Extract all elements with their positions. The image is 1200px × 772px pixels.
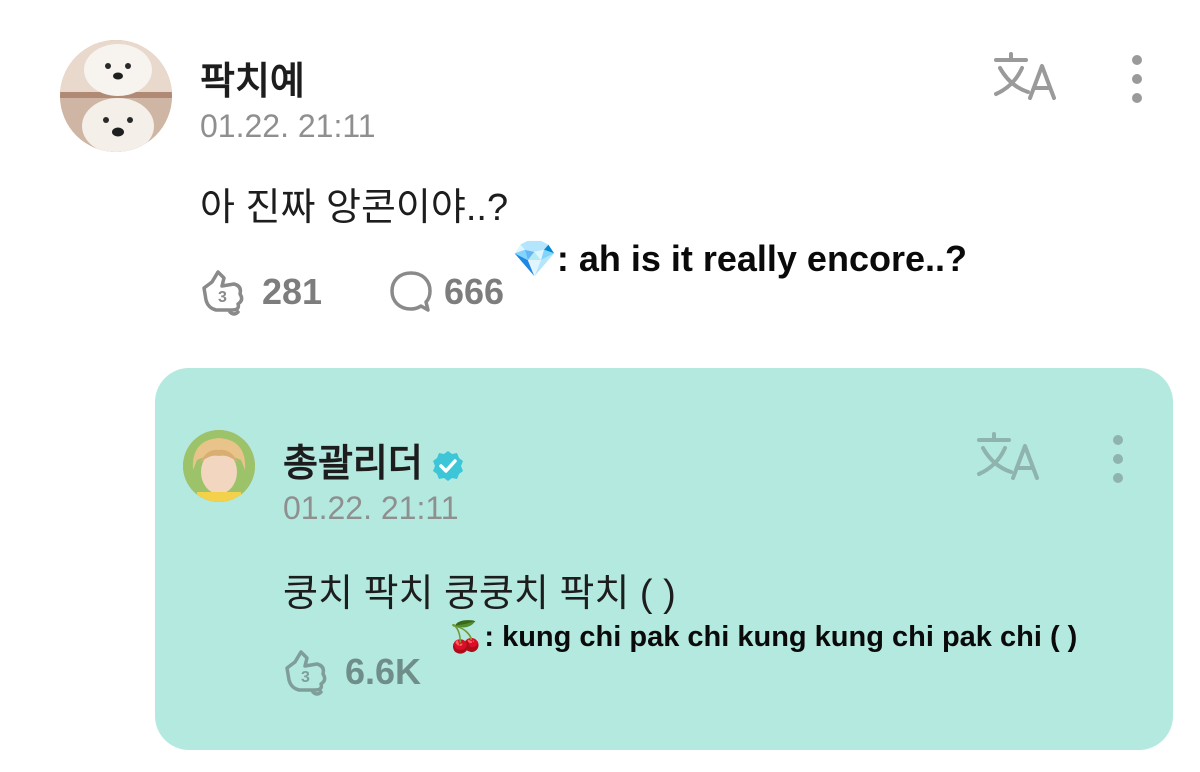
reply-card: 총괄리더 01.22. 21:11 쿵치 팍치 쿵쿵치 팍치 () 🍒: k… [155, 368, 1173, 750]
like-count: 281 [262, 271, 323, 312]
more-vertical-icon [1132, 55, 1142, 103]
svg-text:3: 3 [301, 669, 310, 686]
avatar-photo-icon [183, 430, 255, 502]
avatar[interactable] [60, 40, 172, 152]
author-name: 총괄리더 [283, 443, 423, 485]
svg-text:3: 3 [218, 289, 227, 306]
comment-thread: 팍치예 01.22. 21:11 아 진짜 앙콘이야..? 💎: ah is … [0, 0, 1200, 772]
translation-caption: 💎 : ah is it really encore..? [512, 238, 967, 280]
reply-count-button[interactable]: 666 [388, 268, 504, 316]
translate-button[interactable] [973, 430, 1043, 486]
reply-bubble-icon [390, 271, 432, 312]
author-name[interactable]: 팍치예 [200, 50, 305, 105]
translate-button[interactable] [990, 50, 1060, 106]
reply-text: 쿵치 팍치 쿵쿵치 팍치 ( ) [283, 573, 676, 615]
more-options-button[interactable] [1126, 52, 1148, 116]
avatar[interactable] [183, 430, 255, 502]
reply-count: 666 [444, 271, 505, 312]
comment-timestamp: 01.22. 21:11 [200, 108, 376, 144]
translation-text: : kung chi pak chi kung kung chi pak chi… [484, 621, 1078, 653]
comment-item: 팍치예 01.22. 21:11 아 진짜 앙콘이야..? 💎: ah is … [0, 0, 1200, 340]
like-icon: 3 [285, 650, 327, 696]
cherry-emoji-icon: 🍒 [447, 621, 485, 654]
comment-text: 아 진짜 앙콘이야..? [200, 187, 509, 229]
reply-timestamp: 01.22. 21:11 [283, 490, 459, 526]
like-count: 6.6K [345, 651, 422, 692]
avatar-photo-icon [60, 40, 172, 152]
reply-author[interactable]: 총괄리더 [283, 432, 465, 487]
more-options-button[interactable] [1107, 432, 1129, 496]
diamond-emoji-icon: 💎 [512, 238, 557, 279]
translation-text: : ah is it really encore..? [556, 238, 967, 279]
like-icon: 3 [202, 270, 244, 316]
translate-icon [994, 52, 1056, 100]
like-button[interactable]: 3 281 [200, 268, 322, 316]
translate-icon [977, 432, 1039, 480]
verified-badge-icon [432, 450, 463, 481]
more-vertical-icon [1113, 435, 1123, 483]
like-button[interactable]: 3 6.6K [283, 648, 421, 696]
translation-caption: 🍒 : kung chi pak chi kung kung chi pak c… [447, 620, 1077, 655]
